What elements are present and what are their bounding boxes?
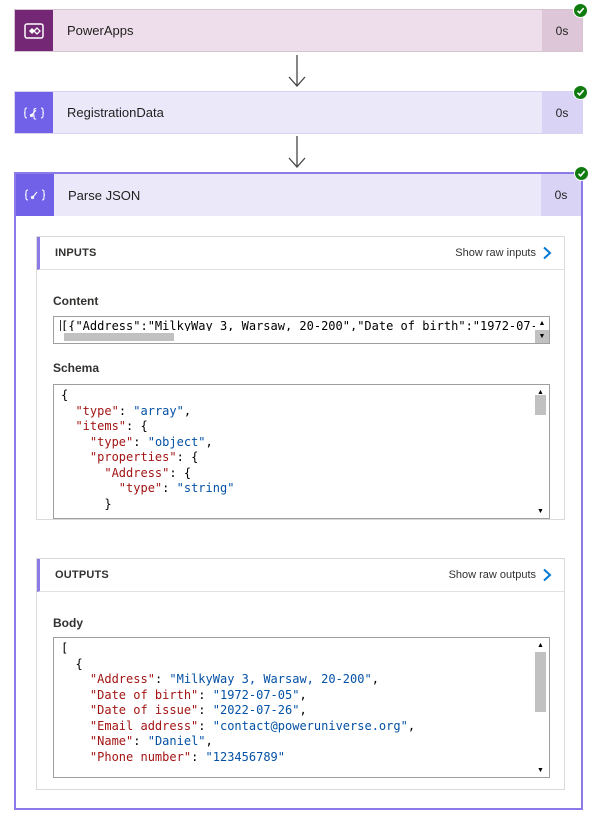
- variable-icon: {: [15, 92, 53, 133]
- code-line: "Date of issue": "2022-07-26",: [89, 703, 307, 717]
- scroll-down-icon[interactable]: ▼: [532, 763, 549, 777]
- parse-json-header[interactable]: Parse JSON 0s: [16, 166, 589, 216]
- svg-text:{: {: [30, 106, 38, 120]
- code-line: "items": {: [75, 419, 148, 433]
- show-raw-outputs-link[interactable]: Show raw outputs: [449, 568, 552, 582]
- inputs-section: INPUTS Show raw inputs Content [{"Addres…: [36, 236, 565, 520]
- scroll-up-icon[interactable]: ▲: [532, 638, 549, 652]
- code-line: "Date of birth": "1972-07-05",: [89, 687, 307, 702]
- show-raw-inputs-link[interactable]: Show raw inputs: [455, 246, 552, 260]
- check-circle-icon: [573, 3, 588, 18]
- vertical-scrollbar[interactable]: ▲ ▼: [535, 317, 549, 343]
- body-label: Body: [53, 616, 83, 630]
- step-title: Parse JSON: [68, 187, 141, 203]
- schema-field[interactable]: { "type": "array", "items": { "type": "o…: [53, 384, 550, 519]
- horizontal-scrollbar[interactable]: [54, 331, 534, 343]
- chevron-right-icon: [543, 568, 552, 582]
- code-line: "type": "string": [118, 481, 235, 495]
- code-line: {: [61, 656, 83, 671]
- step-parse-json: Parse JSON 0s INPUTS Show raw inputs Con…: [14, 166, 589, 810]
- step-title: PowerApps: [67, 23, 134, 38]
- chevron-right-icon: [543, 246, 552, 260]
- code-line: {: [61, 388, 69, 402]
- scroll-down-icon[interactable]: ▼: [532, 504, 549, 518]
- check-circle-icon: [574, 166, 589, 181]
- content-field[interactable]: [{"Address":"MilkyWay 3, Warsaw, 20-200"…: [53, 316, 550, 344]
- code-line: "Address": "MilkyWay 3, Warsaw, 20-200",: [89, 672, 379, 686]
- outputs-header: OUTPUTS Show raw outputs: [37, 559, 564, 592]
- schema-label: Schema: [53, 361, 100, 375]
- step-title: RegistrationData: [67, 105, 164, 120]
- step-registration-data[interactable]: { RegistrationData 0s: [14, 85, 588, 134]
- outputs-title: OUTPUTS: [55, 569, 109, 581]
- code-line: "Email address": "contact@poweruniverse.…: [89, 718, 416, 733]
- code-line: "type": "array",: [75, 403, 192, 418]
- powerapps-icon: [15, 10, 53, 51]
- inputs-title: INPUTS: [55, 247, 97, 259]
- scroll-up-icon[interactable]: ▲: [535, 317, 549, 330]
- step-powerapps[interactable]: PowerApps 0s: [14, 3, 588, 52]
- variable-icon: [16, 174, 54, 216]
- body-field[interactable]: [ { "Address": "MilkyWay 3, Warsaw, 20-2…: [53, 637, 550, 778]
- flow-arrow-icon: [288, 136, 306, 168]
- body-code: [ { "Address": "MilkyWay 3, Warsaw, 20-2…: [54, 638, 549, 765]
- schema-code: { "type": "array", "items": { "type": "o…: [54, 385, 549, 512]
- code-line: "properties": {: [89, 450, 199, 464]
- check-circle-icon: [573, 85, 588, 100]
- content-label: Content: [53, 294, 99, 308]
- vertical-scrollbar[interactable]: ▲ ▼: [532, 638, 549, 777]
- scroll-down-icon[interactable]: ▼: [535, 330, 549, 343]
- code-line: "Name": "Daniel",: [89, 734, 213, 748]
- vertical-scrollbar[interactable]: ▲ ▼: [532, 385, 549, 518]
- code-line: "Phone number": "123456789": [89, 749, 286, 764]
- show-raw-outputs-label: Show raw outputs: [448, 569, 536, 581]
- flow-arrow-icon: [288, 55, 306, 87]
- outputs-section: OUTPUTS Show raw outputs Body [ { "Addre…: [36, 558, 565, 790]
- code-line: }: [61, 496, 112, 511]
- code-line: "type": "object",: [89, 434, 213, 449]
- step-duration: 0s: [541, 174, 581, 216]
- code-line: "Address": {: [104, 465, 192, 480]
- code-line: [: [61, 641, 69, 655]
- show-raw-inputs-label: Show raw inputs: [455, 247, 536, 259]
- inputs-header: INPUTS Show raw inputs: [37, 237, 564, 270]
